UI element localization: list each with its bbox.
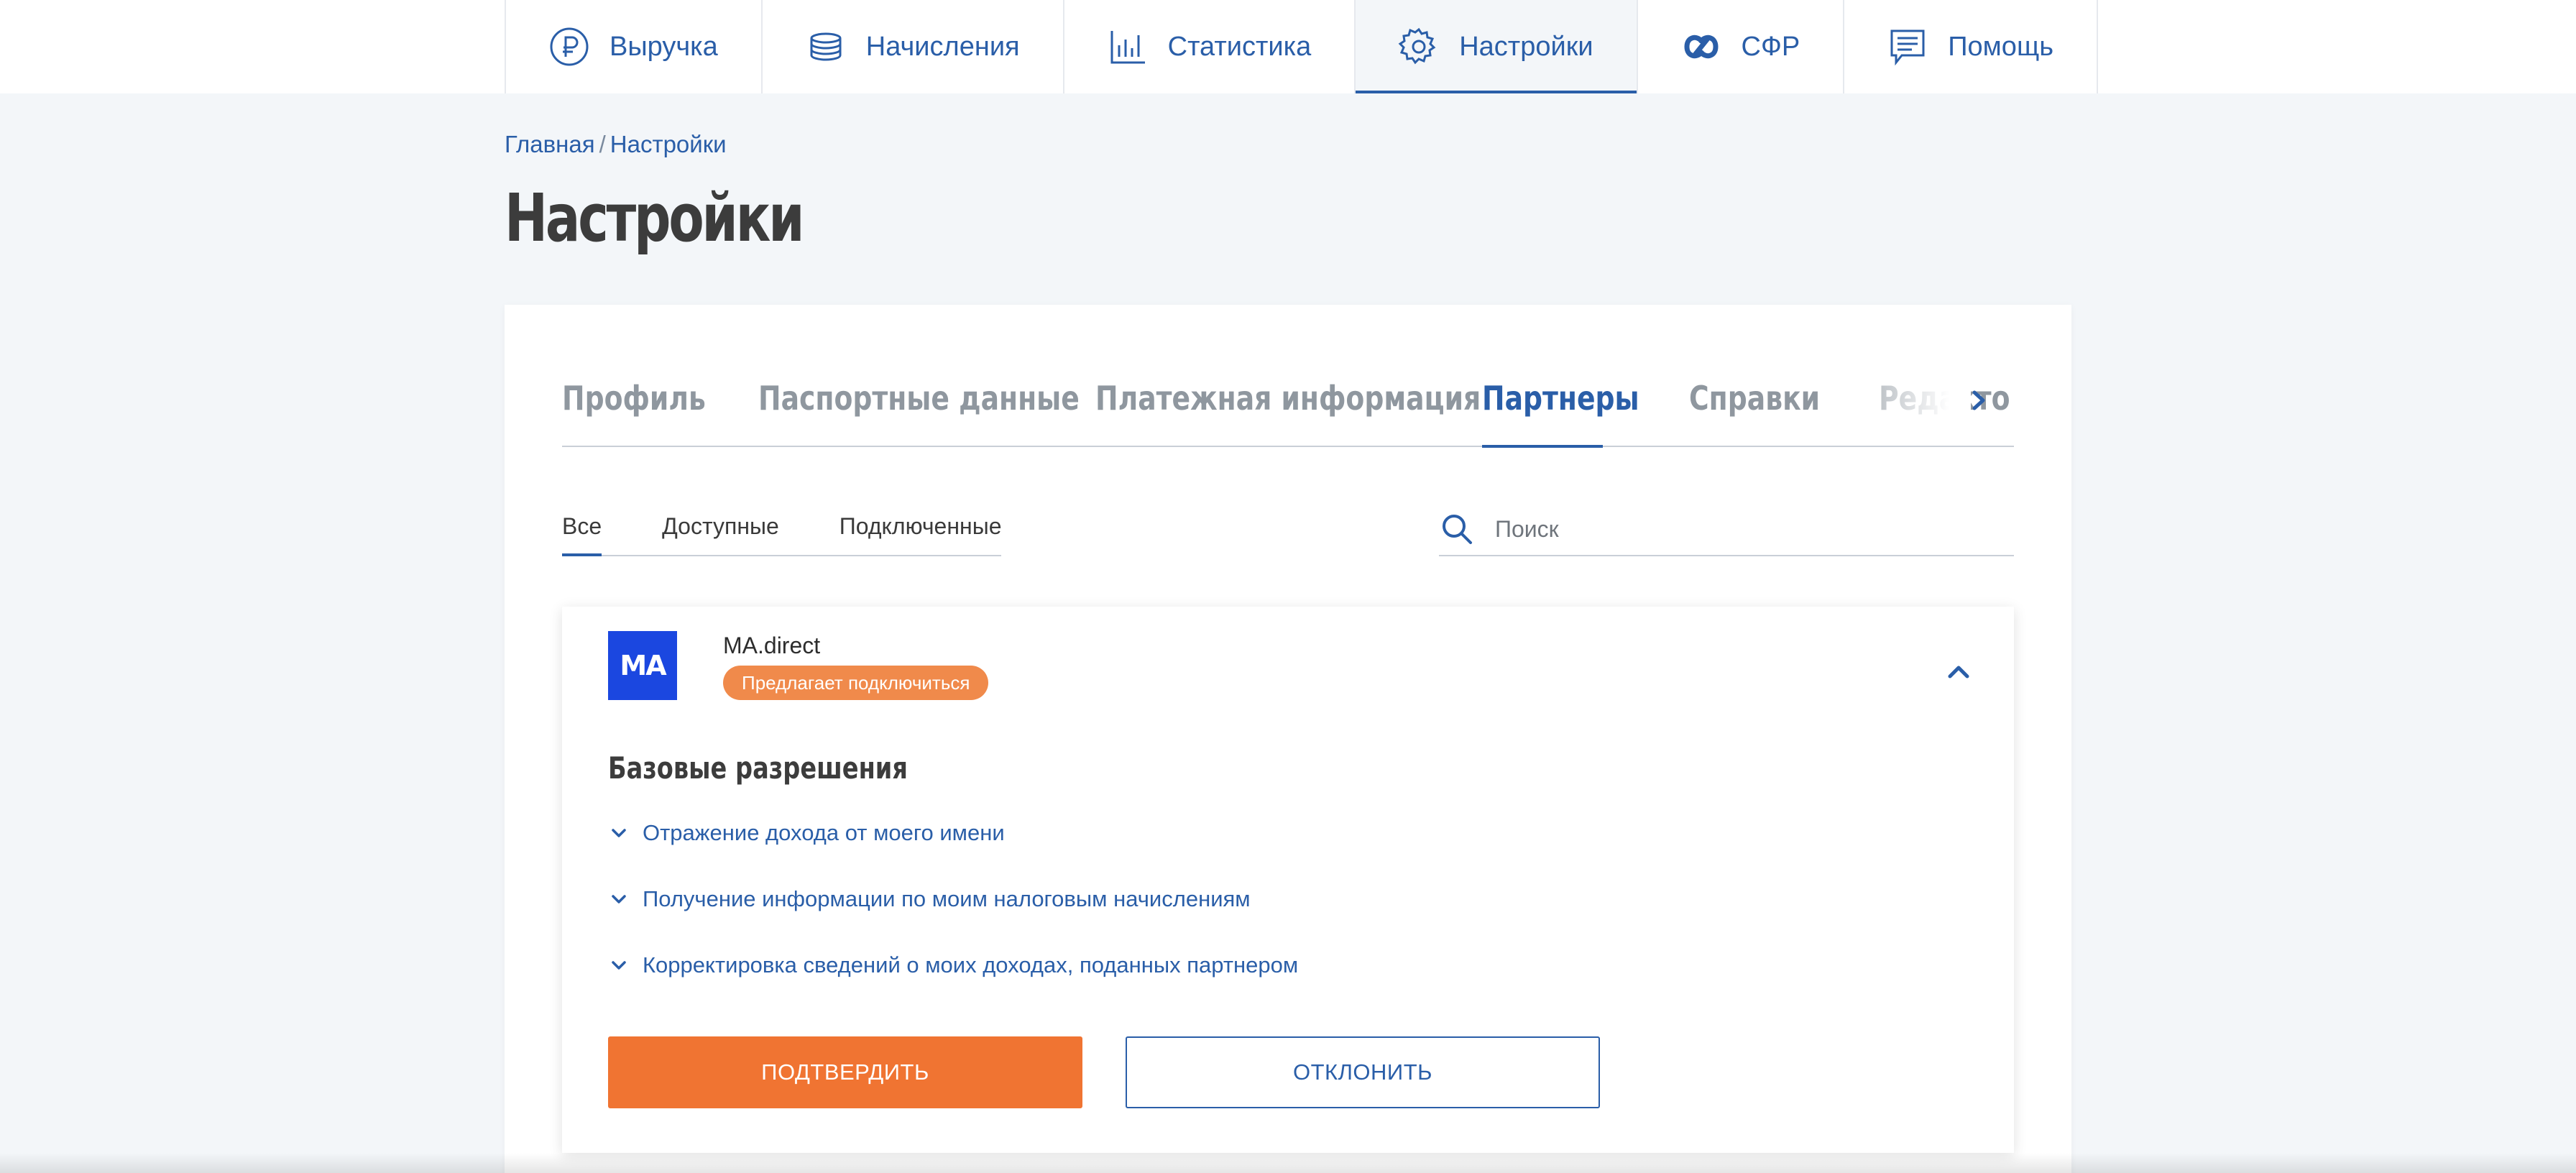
chevron-down-icon — [612, 829, 626, 837]
search-field — [1439, 503, 2014, 556]
permission-item[interactable]: Корректировка сведений о моих доходах, п… — [608, 947, 1298, 983]
search-input[interactable] — [1495, 515, 1998, 543]
sfr-logo-icon — [1684, 34, 1719, 59]
chevron-right-icon[interactable] — [1960, 382, 1996, 418]
permission-item[interactable]: Получение информации по моим налоговым н… — [608, 881, 1251, 917]
breadcrumb: Главная / Настройки — [505, 131, 727, 158]
gear-icon — [1398, 27, 1436, 65]
nav-item-settings[interactable]: Настройки — [1356, 0, 1638, 93]
status-badge: Предлагает подключиться — [723, 666, 989, 700]
chevron-up-icon[interactable] — [1941, 654, 1977, 690]
reject-button[interactable]: Отклонить — [1126, 1036, 1600, 1108]
tab-certificates[interactable]: Справки — [1689, 362, 1820, 447]
tab-passport[interactable]: Паспортные данные — [758, 362, 1080, 447]
nav-item-label: Начисления — [865, 31, 1020, 62]
nav-item-label: Настройки — [1459, 31, 1593, 62]
filter-available[interactable]: Доступные — [662, 506, 779, 555]
partner-panel: MA MA.direct Предлагает подключиться Баз… — [562, 607, 2014, 1153]
coins-icon — [810, 32, 842, 61]
tab-partners[interactable]: Партнеры — [1482, 362, 1639, 447]
permission-item[interactable]: Отражение дохода от моего имени — [608, 815, 1005, 851]
search-icon — [1443, 515, 1472, 544]
confirm-button[interactable]: Подтвердить — [608, 1036, 1082, 1108]
main-navigation: Выручка Начисления Статистика Настройки … — [505, 0, 2099, 93]
nav-item-label: Статистика — [1167, 31, 1312, 62]
bar-chart-icon — [1110, 31, 1145, 64]
filter-connected[interactable]: Подключенные — [840, 506, 1002, 555]
nav-item-sfr[interactable]: СФР — [1638, 0, 1845, 93]
partner-logo: MA — [608, 631, 677, 700]
partner-filters: Все Доступные Подключенные — [562, 506, 1002, 556]
nav-item-accruals[interactable]: Начисления — [763, 0, 1064, 93]
breadcrumb-current[interactable]: Настройки — [610, 131, 727, 157]
settings-tabs: Профиль Паспортные данные Платежная инфо… — [562, 362, 2014, 448]
permission-label: Корректировка сведений о моих доходах, п… — [643, 952, 1299, 978]
tab-profile[interactable]: Профиль — [562, 362, 706, 447]
top-bar: Выручка Начисления Статистика Настройки … — [0, 0, 2576, 93]
tabs-fade — [1827, 362, 1971, 441]
breadcrumb-home-link[interactable]: Главная — [505, 131, 595, 157]
nav-item-label: СФР — [1741, 31, 1800, 62]
chevron-down-icon — [612, 961, 626, 970]
nav-item-revenue[interactable]: Выручка — [506, 0, 763, 93]
chevron-down-icon — [612, 895, 626, 903]
partner-name: MA.direct — [723, 632, 821, 658]
ruble-icon — [550, 27, 589, 66]
settings-card: Профиль Паспортные данные Платежная инфо… — [505, 305, 2071, 1173]
nav-item-statistics[interactable]: Статистика — [1064, 0, 1356, 93]
permission-label: Отражение дохода от моего имени — [643, 820, 1005, 845]
permissions-title: Базовые разрешения — [608, 750, 908, 786]
nav-item-help[interactable]: Помощь — [1844, 0, 2099, 93]
bottom-shadow — [0, 1153, 2576, 1173]
page-title: Настройки — [505, 180, 805, 257]
tab-payment-info[interactable]: Платежная информация — [1095, 362, 1481, 447]
breadcrumb-separator: / — [599, 131, 606, 157]
filter-all[interactable]: Все — [562, 506, 602, 556]
message-icon — [1890, 29, 1925, 66]
nav-item-label: Выручка — [610, 31, 718, 62]
nav-item-label: Помощь — [1948, 31, 2054, 62]
active-tab-indicator — [1482, 445, 1603, 448]
permission-label: Получение информации по моим налоговым н… — [643, 886, 1251, 911]
